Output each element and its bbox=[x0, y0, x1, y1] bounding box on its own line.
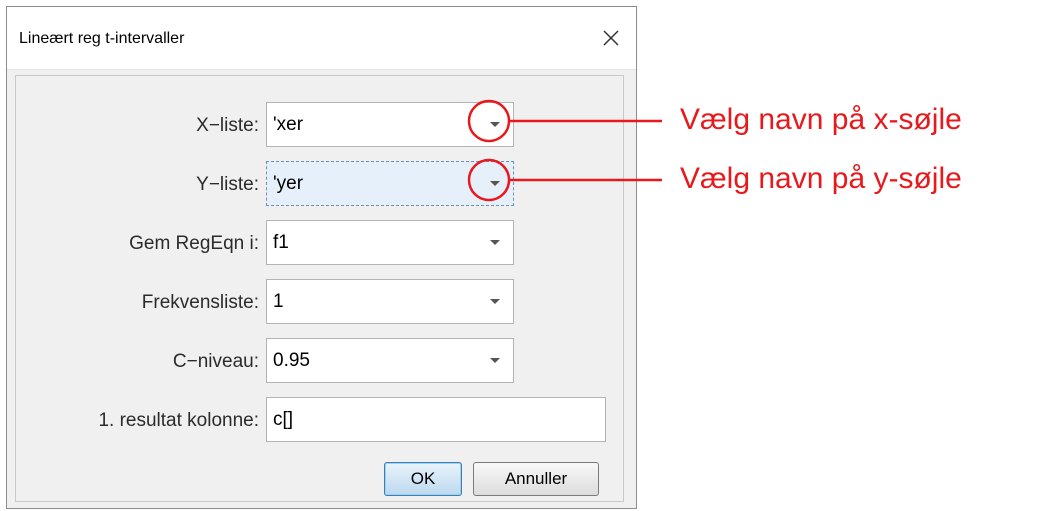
x-dropdown-highlight-circle bbox=[467, 99, 511, 143]
x-column-annotation: Vælg navn på x-søjle bbox=[680, 103, 962, 136]
y-column-annotation: Vælg navn på y-søjle bbox=[680, 162, 962, 195]
y-dropdown-highlight-circle bbox=[467, 158, 511, 202]
annotation-overlay bbox=[467, 99, 662, 202]
